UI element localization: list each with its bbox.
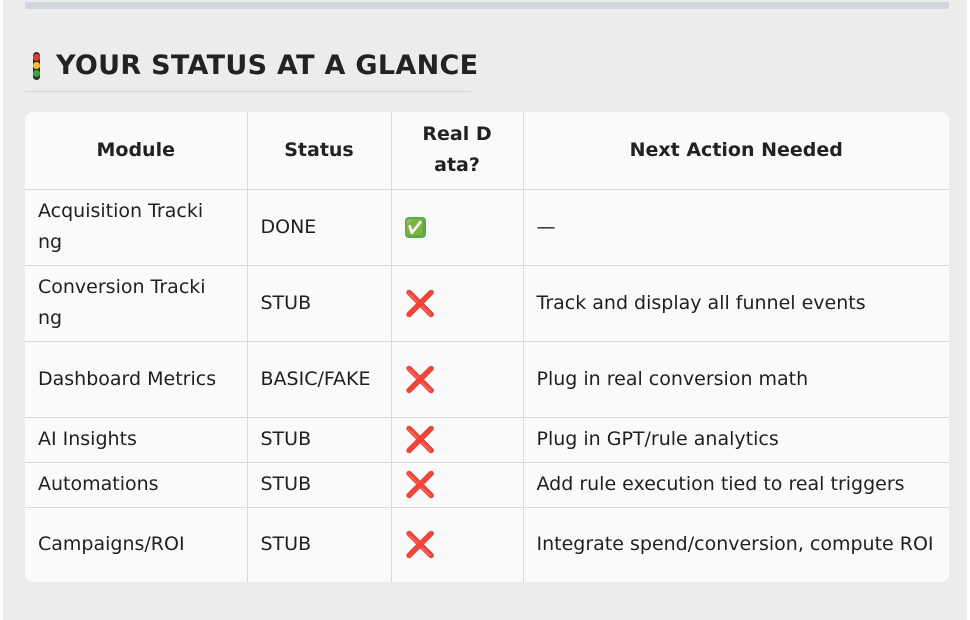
- section-heading: YOUR STATUS AT A GLANCE: [25, 40, 478, 92]
- module-cell: Campaigns/ROI: [25, 507, 248, 582]
- module-cell: AI Insights: [25, 417, 248, 463]
- cross-icon: ❌: [404, 425, 436, 454]
- check-icon: ✅: [404, 216, 426, 238]
- column-header-next-action: Next Action Needed: [523, 112, 949, 190]
- next-action-cell: Plug in real conversion math: [523, 341, 949, 418]
- next-action-cell: —: [523, 189, 949, 266]
- real-data-cell: ❌: [391, 417, 524, 463]
- cross-icon: ❌: [404, 470, 436, 499]
- next-action-cell: Track and display all funnel events: [523, 265, 949, 342]
- status-cell: STUB: [247, 507, 392, 582]
- table-header-row: Module Status Real Data? Next Action Nee…: [25, 112, 949, 190]
- status-cell: STUB: [247, 265, 392, 342]
- cross-icon: ❌: [404, 364, 436, 394]
- module-cell: Dashboard Metrics: [25, 341, 248, 418]
- status-cell: STUB: [247, 417, 392, 463]
- column-header-real-data: Real Data?: [391, 112, 524, 190]
- next-action-cell: Plug in GPT/rule analytics: [523, 417, 949, 463]
- cross-icon: ❌: [404, 530, 436, 560]
- real-data-cell: ❌: [391, 341, 524, 418]
- top-divider-bar: [25, 2, 949, 9]
- next-action-cell: Integrate spend/conversion, compute ROI: [536, 533, 934, 556]
- next-action-cell: Add rule execution tied to real triggers: [523, 462, 949, 508]
- real-data-cell: ✅: [391, 189, 524, 266]
- section-title: YOUR STATUS AT A GLANCE: [56, 50, 479, 81]
- status-cell: BASIC/FAKE: [247, 341, 392, 418]
- module-cell: Automations: [25, 462, 248, 508]
- column-header-status: Status: [247, 112, 392, 190]
- status-table: Module Status Real Data? Next Action Nee…: [25, 112, 949, 582]
- table-row: Campaigns/ROI STUB ❌ Integrate spend/con…: [25, 507, 949, 582]
- table-row: Conversion Tracking STUB ❌ Track and dis…: [25, 265, 949, 342]
- status-cell: DONE: [247, 189, 392, 266]
- status-table-card: Module Status Real Data? Next Action Nee…: [25, 112, 949, 582]
- cross-icon: ❌: [404, 288, 436, 318]
- module-cell: Conversion Tracking: [25, 265, 248, 342]
- table-row: Acquisition Tracking DONE ✅ —: [25, 189, 949, 266]
- real-data-cell: ❌: [391, 265, 524, 342]
- traffic-light-icon: [33, 51, 40, 80]
- real-data-cell: ❌: [391, 507, 524, 582]
- column-header-module: Module: [25, 112, 248, 190]
- content-panel: YOUR STATUS AT A GLANCE Module Status Re…: [3, 0, 967, 620]
- table-row: AI Insights STUB ❌ Plug in GPT/rule anal…: [25, 417, 949, 463]
- module-cell: Acquisition Tracking: [25, 189, 248, 266]
- table-row: Automations STUB ❌ Add rule execution ti…: [25, 462, 949, 508]
- status-cell: STUB: [247, 462, 392, 508]
- real-data-cell: ❌: [391, 462, 524, 508]
- table-row: Dashboard Metrics BASIC/FAKE ❌ Plug in r…: [25, 341, 949, 418]
